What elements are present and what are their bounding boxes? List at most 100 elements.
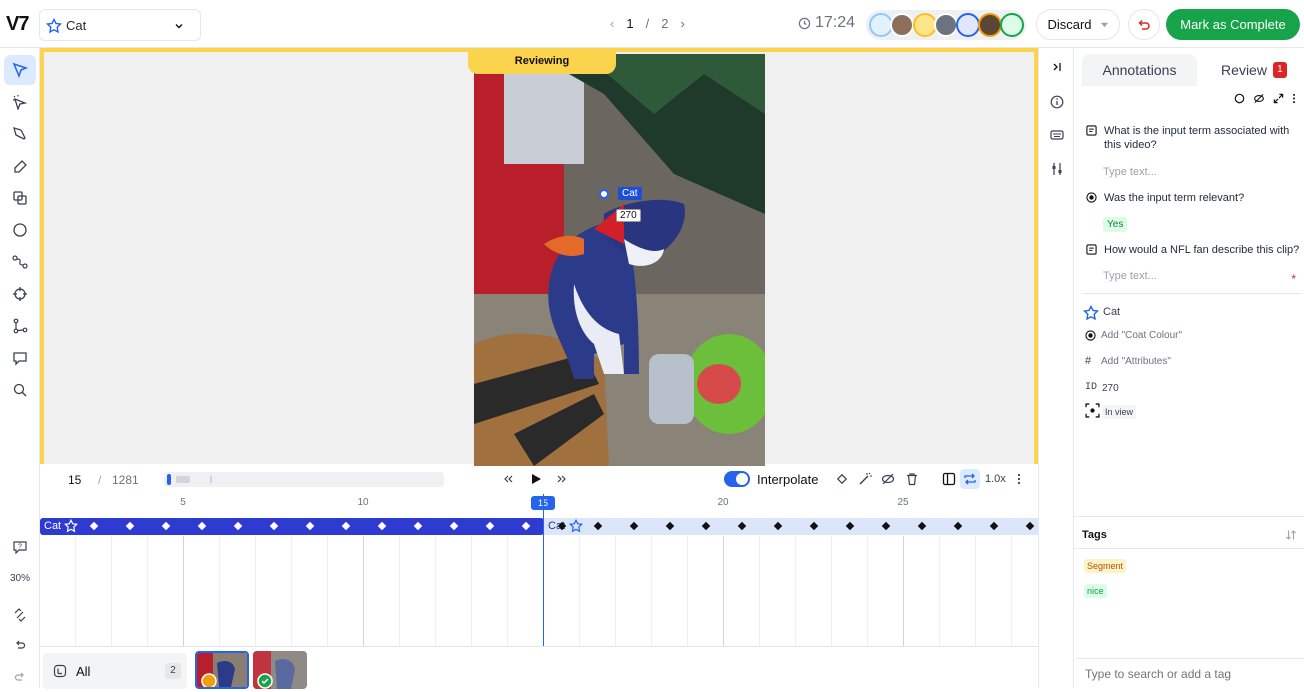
keypoint-tool[interactable] <box>4 279 36 309</box>
ellipse-tool[interactable] <box>4 215 36 245</box>
image-settings-button[interactable] <box>1048 160 1066 178</box>
more-vertical-icon[interactable] <box>1292 93 1296 104</box>
playback-speed[interactable]: 1.0x <box>985 473 1006 485</box>
timeline-ruler[interactable]: 5 10 15 20 25 <box>40 494 1038 516</box>
all-files-filter[interactable]: All 2 <box>43 653 187 689</box>
comment-tool[interactable] <box>4 343 36 373</box>
question-2-answer[interactable]: Yes <box>1103 217 1128 232</box>
playhead[interactable] <box>543 494 544 646</box>
help-button[interactable]: ? <box>4 532 36 562</box>
split-view-icon[interactable] <box>942 472 956 486</box>
magic-wand-icon[interactable] <box>858 472 872 486</box>
complete-stage-icon[interactable] <box>1000 13 1024 37</box>
scrollbar-window[interactable] <box>176 476 190 483</box>
comment-icon <box>13 352 27 366</box>
class-select-label: Cat <box>66 18 87 33</box>
bounding-box-tool[interactable] <box>4 183 36 213</box>
timeline-scrollbar[interactable] <box>164 472 444 487</box>
play-icon[interactable] <box>530 473 542 485</box>
line-tool[interactable] <box>4 247 36 277</box>
current-frame[interactable]: 15 <box>68 473 81 487</box>
brush-tool[interactable] <box>4 151 36 181</box>
v7-logo[interactable]: V7 <box>6 13 29 36</box>
video-frame[interactable]: Cat 270 <box>474 54 765 466</box>
workflow-stage-avatars[interactable] <box>866 10 1026 40</box>
video-frame-image <box>474 54 765 466</box>
annotation-id-label: 270 <box>616 209 641 222</box>
add-attributes[interactable]: Add "Attributes" <box>1101 356 1171 367</box>
skeleton-tool[interactable] <box>4 311 36 341</box>
polygon-tool[interactable] <box>4 119 36 149</box>
timer: 17:24 <box>798 14 855 32</box>
circle-icon[interactable] <box>1234 93 1245 104</box>
track-class-icon <box>64 519 78 533</box>
step-forward-icon[interactable] <box>557 474 567 484</box>
eye-off-icon[interactable] <box>881 472 895 486</box>
grid-line <box>111 536 112 646</box>
collapse-panel-button[interactable] <box>1048 58 1066 76</box>
class-select[interactable]: Cat <box>39 9 201 41</box>
tag-nice[interactable]: nice <box>1084 584 1107 598</box>
more-vertical-icon[interactable] <box>1017 473 1021 485</box>
annotation-class-label[interactable]: Cat <box>618 187 642 200</box>
shortcuts-button[interactable] <box>1048 126 1066 144</box>
add-coat-colour[interactable]: Add "Coat Colour" <box>1101 330 1182 341</box>
grid-line <box>831 536 832 646</box>
avatar[interactable] <box>978 13 1002 37</box>
tab-review-label: Review <box>1221 62 1267 78</box>
next-item-icon[interactable]: › <box>680 16 684 31</box>
pen-icon <box>13 127 26 140</box>
annotate-stage-icon[interactable] <box>956 13 980 37</box>
tag-search-input[interactable] <box>1076 658 1304 688</box>
trash-icon[interactable] <box>905 472 919 486</box>
fit-view-button[interactable] <box>4 600 36 630</box>
discard-button[interactable]: Discard <box>1036 9 1120 40</box>
info-button[interactable] <box>1048 93 1066 111</box>
required-marker: * <box>1291 272 1296 286</box>
question-3-input[interactable]: Type text... <box>1103 270 1157 282</box>
annotation-anchor[interactable] <box>599 189 609 199</box>
expand-icon[interactable] <box>1273 93 1284 104</box>
step-back-icon[interactable] <box>503 474 513 484</box>
tab-annotations[interactable]: Annotations <box>1082 54 1197 86</box>
prev-item-icon[interactable]: ‹ <box>610 16 614 31</box>
annotation-track-interpolated[interactable] <box>544 518 1038 535</box>
return-arrow-icon <box>1138 19 1150 30</box>
help-comment-icon: ? <box>13 541 27 554</box>
interpolate-toggle[interactable] <box>724 471 750 487</box>
annotation-class-name[interactable]: Cat <box>1103 306 1120 318</box>
timer-value: 17:24 <box>815 14 856 31</box>
avatar[interactable] <box>890 13 914 37</box>
undo-icon <box>16 640 26 649</box>
mark-complete-button[interactable]: Mark as Complete <box>1166 9 1300 40</box>
undo-button[interactable] <box>4 630 36 660</box>
file-thumbnail[interactable] <box>195 651 249 689</box>
sort-icon[interactable] <box>1285 529 1297 541</box>
select-tool[interactable] <box>4 55 36 85</box>
fit-screen-icon <box>14 608 26 622</box>
auto-annotate-tool[interactable] <box>4 87 36 117</box>
question-1-input[interactable]: Type text... <box>1103 166 1157 178</box>
timeline-tracks[interactable]: Cat Cat <box>40 494 1038 646</box>
send-back-button[interactable] <box>1128 9 1160 40</box>
loop-button[interactable] <box>960 469 980 489</box>
annotation-canvas[interactable]: Cat 270 Reviewing <box>40 48 1038 466</box>
scrollbar-handle[interactable] <box>167 474 171 485</box>
grid-line <box>579 536 580 646</box>
file-thumbnail[interactable] <box>253 651 307 689</box>
avatar[interactable] <box>934 13 958 37</box>
zoom-level[interactable]: 30% <box>0 573 40 584</box>
eye-off-icon[interactable] <box>1253 93 1265 104</box>
grid-line <box>723 536 724 646</box>
all-files-label: All <box>76 664 91 679</box>
tag-segment[interactable]: Segment <box>1084 559 1127 573</box>
zoom-tool[interactable] <box>4 375 36 405</box>
total-frames: 1281 <box>112 473 139 487</box>
tab-review[interactable]: Review 1 <box>1204 54 1304 86</box>
grid-line <box>399 536 400 646</box>
skeleton-icon <box>13 318 28 334</box>
keyframe-icon[interactable] <box>836 473 848 485</box>
item-pager: ‹ 1 / 2 › <box>610 16 685 31</box>
annotation-track-segment[interactable] <box>40 518 544 535</box>
magic-pointer-icon <box>13 95 28 110</box>
